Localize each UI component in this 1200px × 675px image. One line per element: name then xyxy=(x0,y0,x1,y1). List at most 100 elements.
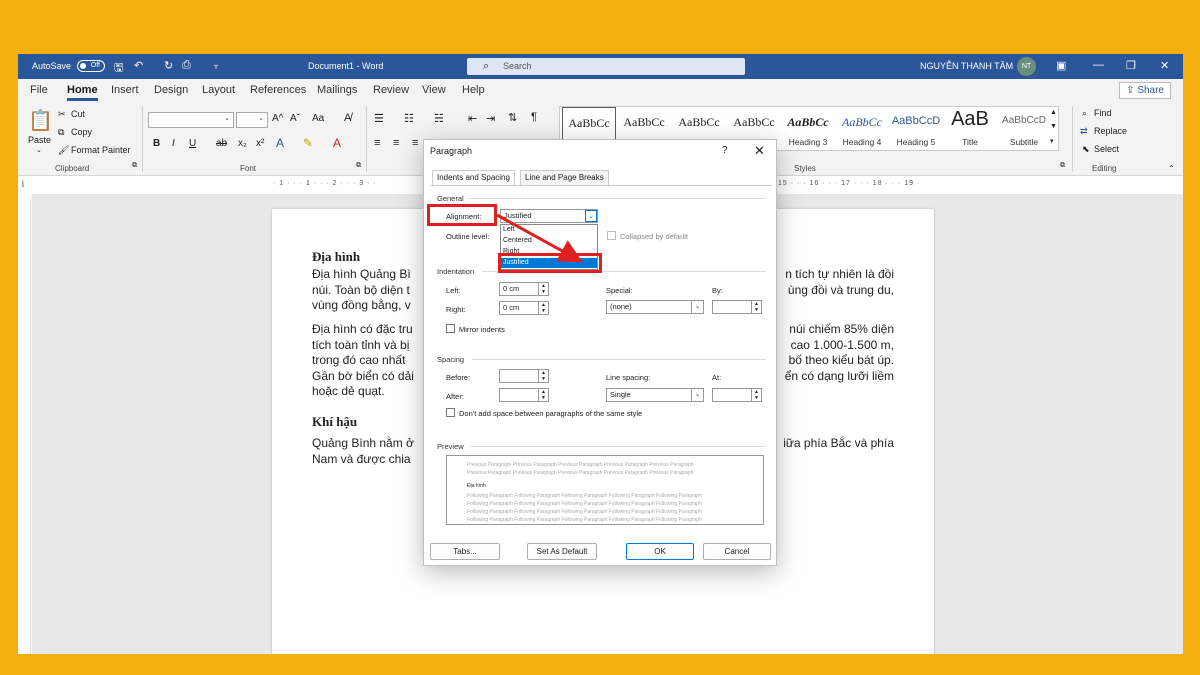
italic-button[interactable]: I xyxy=(172,138,175,149)
tab-layout[interactable]: Layout xyxy=(202,84,235,96)
styles-scroll-down-icon[interactable]: ▼ xyxy=(1050,123,1057,130)
style-item-heading-3[interactable]: AaBbCc Heading 3 xyxy=(781,107,835,150)
tab-home[interactable]: Home xyxy=(67,84,98,101)
close-icon[interactable]: ✕ xyxy=(754,143,765,159)
before-input[interactable]: ▲ ▼ xyxy=(499,369,549,383)
copy-icon[interactable]: ⧉ xyxy=(58,127,64,138)
autosave-toggle[interactable]: Off xyxy=(77,60,105,72)
spinner-icon[interactable]: ▲ ▼ xyxy=(751,301,761,313)
text-effects-icon[interactable]: A xyxy=(276,136,284,150)
close-window-icon[interactable]: ✕ xyxy=(1160,59,1169,72)
spinner-icon[interactable]: ▲ ▼ xyxy=(751,389,761,401)
change-case-button[interactable]: Aa xyxy=(312,113,324,124)
paste-icon[interactable]: 📋 xyxy=(28,108,53,133)
right-indent-input[interactable]: 0 cm ▲ ▼ xyxy=(499,301,549,315)
select-icon[interactable]: ⬉ xyxy=(1082,144,1090,155)
find-button[interactable]: Find xyxy=(1094,108,1112,118)
undo-icon[interactable]: ↶ xyxy=(134,59,143,72)
tab-references[interactable]: References xyxy=(250,84,306,96)
spinner-icon[interactable]: ▲ ▼ xyxy=(538,283,548,295)
select-button[interactable]: Select xyxy=(1094,144,1119,154)
avatar[interactable]: NT xyxy=(1017,57,1036,76)
chevron-down-icon[interactable]: ⌄ xyxy=(585,210,597,222)
increase-indent-icon[interactable]: ⇥ xyxy=(486,112,495,125)
replace-button[interactable]: Replace xyxy=(1094,126,1127,136)
dont-add-space-checkbox[interactable] xyxy=(446,408,455,417)
by-input[interactable]: ▲ ▼ xyxy=(712,300,762,314)
tabs-button[interactable]: Tabs... xyxy=(430,543,500,560)
user-name[interactable]: NGUYỄN THANH TÂM xyxy=(920,61,1013,71)
clear-formatting-icon[interactable]: A̸ xyxy=(344,112,351,124)
grow-font-button[interactable]: A^ xyxy=(272,113,283,124)
numbering-icon[interactable]: ☷ xyxy=(404,112,414,125)
option-left[interactable]: Left xyxy=(501,225,597,235)
bold-button[interactable]: B xyxy=(153,138,160,149)
special-select[interactable]: (none) ⌄ xyxy=(606,300,704,314)
spinner-icon[interactable]: ▲ ▼ xyxy=(538,389,548,401)
bullets-icon[interactable]: ☰ xyxy=(374,112,384,125)
superscript-button[interactable]: x² xyxy=(256,138,264,149)
cut-icon[interactable]: ✂ xyxy=(58,109,66,120)
align-center-icon[interactable]: ≡ xyxy=(393,137,399,149)
paste-button[interactable]: Paste xyxy=(28,135,51,145)
multilevel-list-icon[interactable]: ☵ xyxy=(434,112,444,125)
alignment-select[interactable]: Justified ⌄ xyxy=(500,209,598,223)
left-indent-input[interactable]: 0 cm ▲ ▼ xyxy=(499,282,549,296)
minimize-icon[interactable]: — xyxy=(1093,59,1104,71)
styles-more-icon[interactable]: ▾ xyxy=(1050,137,1054,145)
find-icon[interactable]: ⌕ xyxy=(1082,108,1087,119)
help-icon[interactable]: ? xyxy=(722,145,728,156)
replace-icon[interactable]: ⇄ xyxy=(1080,126,1088,137)
mirror-indents-checkbox[interactable] xyxy=(446,324,455,333)
collapse-ribbon-icon[interactable]: ⌃ xyxy=(1168,164,1175,173)
ok-button[interactable]: OK xyxy=(626,543,694,560)
tab-file[interactable]: File xyxy=(30,84,48,96)
font-size-box[interactable]: ⌄ xyxy=(236,112,268,128)
vertical-ruler[interactable] xyxy=(18,199,31,654)
tab-review[interactable]: Review xyxy=(373,84,409,96)
redo-icon[interactable]: ↻ xyxy=(164,59,173,72)
tab-help[interactable]: Help xyxy=(462,84,485,96)
share-button[interactable]: ⇪ Share xyxy=(1119,82,1171,99)
format-painter-button[interactable]: Format Painter xyxy=(71,145,131,155)
format-painter-icon[interactable]: 🖌 xyxy=(58,145,69,156)
copy-button[interactable]: Copy xyxy=(71,127,92,137)
sort-icon[interactable]: ⇅ xyxy=(508,111,517,124)
style-item-title[interactable]: AaB Title xyxy=(943,107,997,150)
ribbon-display-icon[interactable]: ▣ xyxy=(1056,59,1066,72)
tab-selector-icon[interactable]: ⌊ xyxy=(22,180,25,188)
font-launcher-icon[interactable]: ⧉ xyxy=(356,162,361,170)
tab-design[interactable]: Design xyxy=(154,84,188,96)
tab-view[interactable]: View xyxy=(422,84,446,96)
style-item-heading-4[interactable]: AaBbCc Heading 4 xyxy=(835,107,889,150)
subscript-button[interactable]: x₂ xyxy=(238,138,247,149)
strikethrough-button[interactable]: ab xyxy=(216,138,227,149)
decrease-indent-icon[interactable]: ⇤ xyxy=(468,112,477,125)
shrink-font-button[interactable]: Aˇ xyxy=(290,113,300,124)
align-right-icon[interactable]: ≡ xyxy=(412,137,418,149)
collapsed-checkbox[interactable] xyxy=(607,231,616,240)
tab-indents-and-spacing[interactable]: Indents and Spacing xyxy=(432,170,515,185)
touch-mode-icon[interactable]: ⎙ xyxy=(182,59,191,72)
style-item-subtitle[interactable]: AaBbCcD Subtitle xyxy=(997,107,1051,150)
after-input[interactable]: ▲ ▼ xyxy=(499,388,549,402)
set-as-default-button[interactable]: Set As Default xyxy=(527,543,597,560)
underline-button[interactable]: U xyxy=(189,138,196,149)
customize-qat-icon[interactable]: ▿ xyxy=(214,62,218,71)
font-name-box[interactable]: ⌄ xyxy=(148,112,234,128)
save-icon[interactable]: 🖫 xyxy=(114,59,123,78)
spinner-icon[interactable]: ▲ ▼ xyxy=(538,370,548,382)
styles-scroll-up-icon[interactable]: ▲ xyxy=(1050,109,1057,116)
align-left-icon[interactable]: ≡ xyxy=(374,137,380,149)
tab-line-and-page-breaks[interactable]: Line and Page Breaks xyxy=(520,170,609,185)
font-color-icon[interactable]: A xyxy=(333,136,341,150)
tab-insert[interactable]: Insert xyxy=(111,84,139,96)
show-marks-icon[interactable]: ¶ xyxy=(531,111,537,123)
highlight-icon[interactable]: ✎ xyxy=(303,136,313,150)
styles-launcher-icon[interactable]: ⧉ xyxy=(1060,162,1065,170)
restore-icon[interactable]: ❐ xyxy=(1126,59,1136,72)
at-input[interactable]: ▲ ▼ xyxy=(712,388,762,402)
search-box[interactable]: ⌕ Search xyxy=(467,58,745,75)
cut-button[interactable]: Cut xyxy=(71,109,85,119)
cancel-button[interactable]: Cancel xyxy=(703,543,771,560)
